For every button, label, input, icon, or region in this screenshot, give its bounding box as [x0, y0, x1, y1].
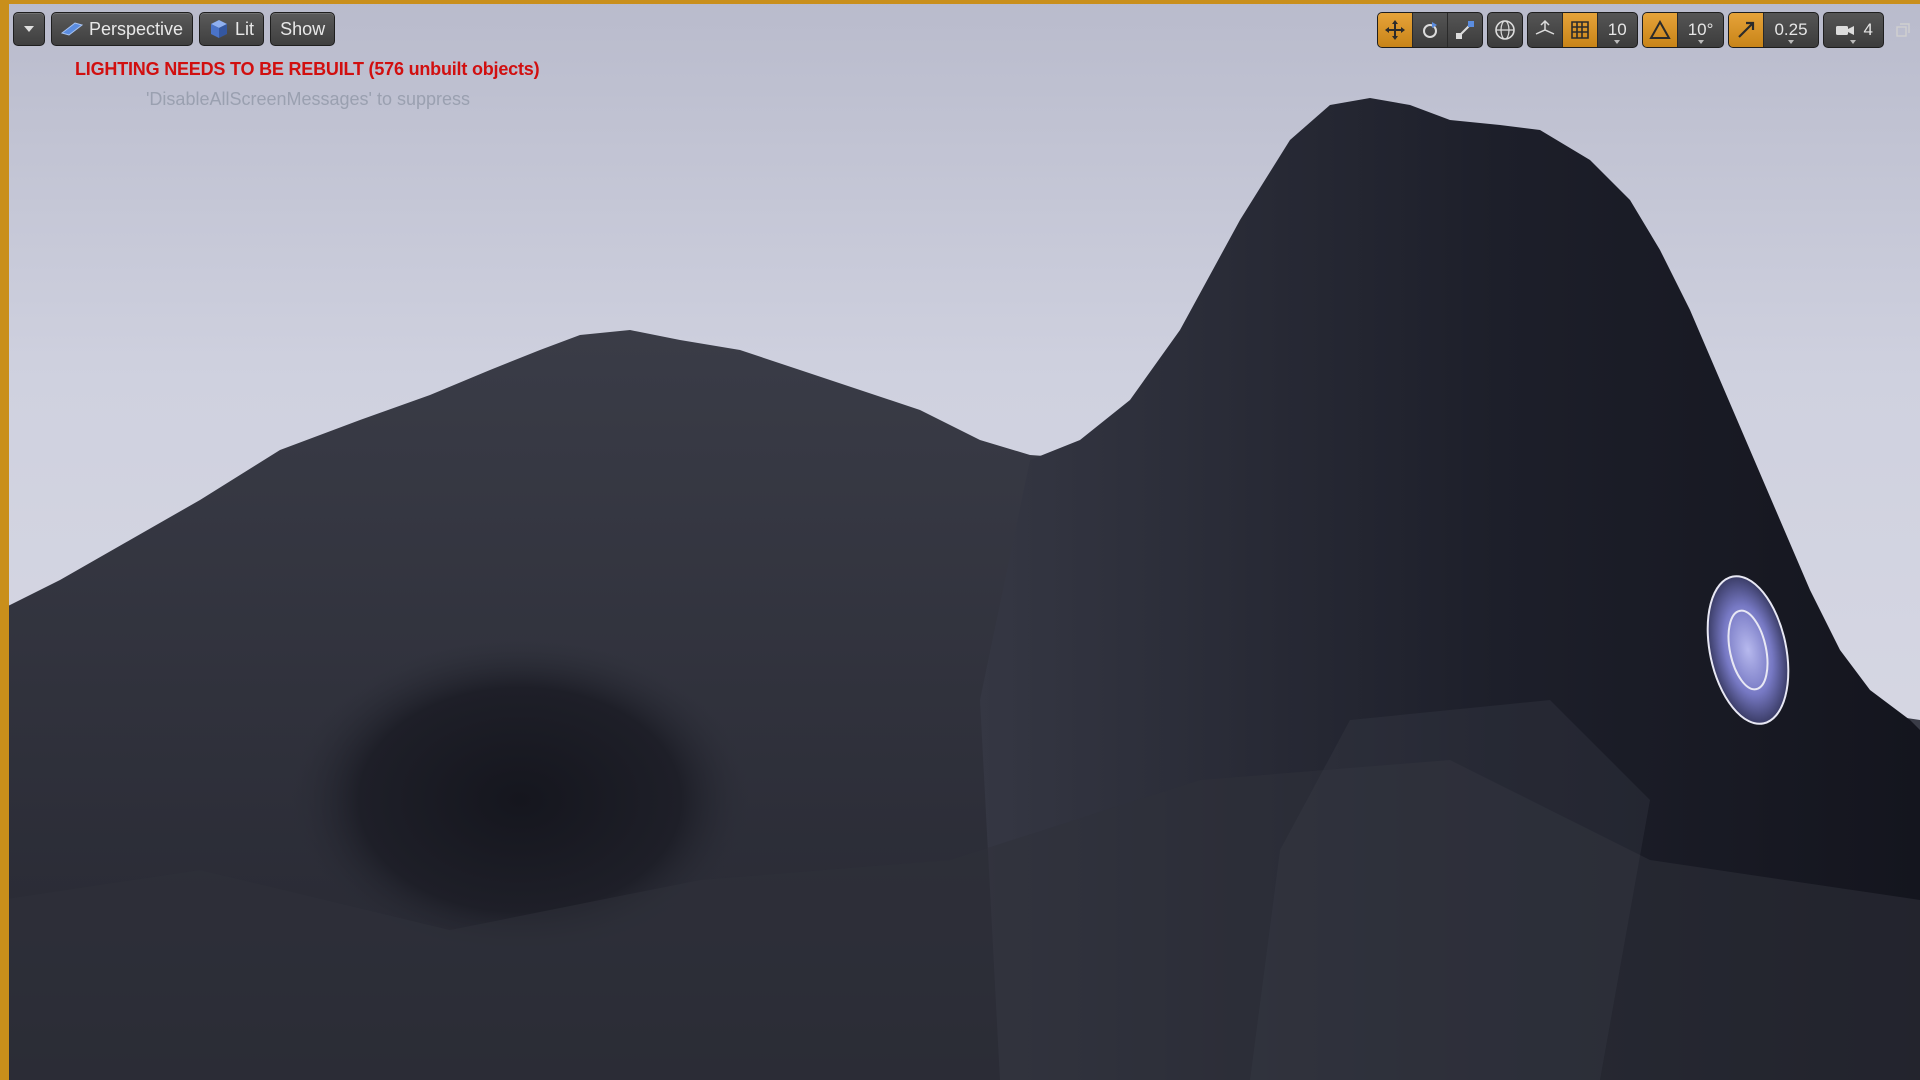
- suppress-messages-hint: 'DisableAllScreenMessages' to suppress: [146, 89, 471, 109]
- viewport-toolbar-left: Perspective Lit Show: [13, 12, 336, 46]
- scale-snap-value[interactable]: 0.25: [1764, 13, 1817, 47]
- surface-snap-icon: [1535, 19, 1555, 35]
- rotation-snap-group: 10°: [1641, 12, 1725, 48]
- camera-speed-group: 4: [1822, 12, 1884, 48]
- scale-icon: [1455, 21, 1474, 39]
- surface-snap-button[interactable]: [1528, 13, 1563, 47]
- globe-icon: [1494, 20, 1515, 40]
- level-viewport[interactable]: LIGHTING NEEDS TO BE REBUILT (576 unbuil…: [0, 0, 1920, 1080]
- camera-icon: [1835, 26, 1854, 35]
- lighting-mode-label: Lit: [235, 18, 255, 39]
- show-flags-button[interactable]: Show: [270, 12, 336, 46]
- grid-snap-value[interactable]: 10: [1598, 13, 1637, 47]
- scale-snap-toggle[interactable]: [1729, 13, 1765, 47]
- scale-snap-icon: [1738, 21, 1755, 38]
- grid-icon: [1570, 21, 1589, 39]
- grid-snap-toggle[interactable]: [1562, 13, 1598, 47]
- transform-tools: [1376, 12, 1483, 48]
- view-mode-button[interactable]: Perspective: [51, 12, 194, 46]
- angle-icon: [1649, 20, 1671, 39]
- camera-speed-button[interactable]: 4: [1824, 13, 1883, 47]
- perspective-icon: [61, 22, 83, 36]
- lit-cube-icon: [211, 20, 228, 38]
- viewport-options-button[interactable]: [13, 12, 45, 46]
- translate-icon: [1384, 20, 1405, 40]
- maximize-icon: [1896, 23, 1910, 37]
- maximize-viewport-button[interactable]: [1892, 19, 1914, 41]
- rotate-tool-button[interactable]: [1413, 13, 1448, 47]
- translate-tool-button[interactable]: [1377, 13, 1413, 47]
- camera-speed-value: 4: [1863, 20, 1873, 39]
- lighting-mode-button[interactable]: Lit: [199, 12, 265, 46]
- viewport-scene[interactable]: [0, 0, 1920, 1080]
- chevron-down-icon: [24, 26, 34, 32]
- world-local-toggle[interactable]: [1488, 13, 1522, 47]
- viewport-toolbar-right: 10 10° 0.25 4: [1376, 12, 1914, 48]
- coordinate-system-group: [1486, 12, 1523, 48]
- scale-snap-group: 0.25: [1728, 12, 1819, 48]
- rotation-snap-toggle[interactable]: [1642, 13, 1678, 47]
- lighting-rebuild-warning: LIGHTING NEEDS TO BE REBUILT (576 unbuil…: [75, 59, 540, 79]
- scale-tool-button[interactable]: [1448, 13, 1482, 47]
- rotate-icon: [1422, 22, 1437, 38]
- rotation-snap-value[interactable]: 10°: [1678, 13, 1724, 47]
- grid-snap-group: 10: [1526, 12, 1638, 48]
- show-flags-label: Show: [280, 18, 326, 39]
- view-mode-label: Perspective: [89, 18, 184, 39]
